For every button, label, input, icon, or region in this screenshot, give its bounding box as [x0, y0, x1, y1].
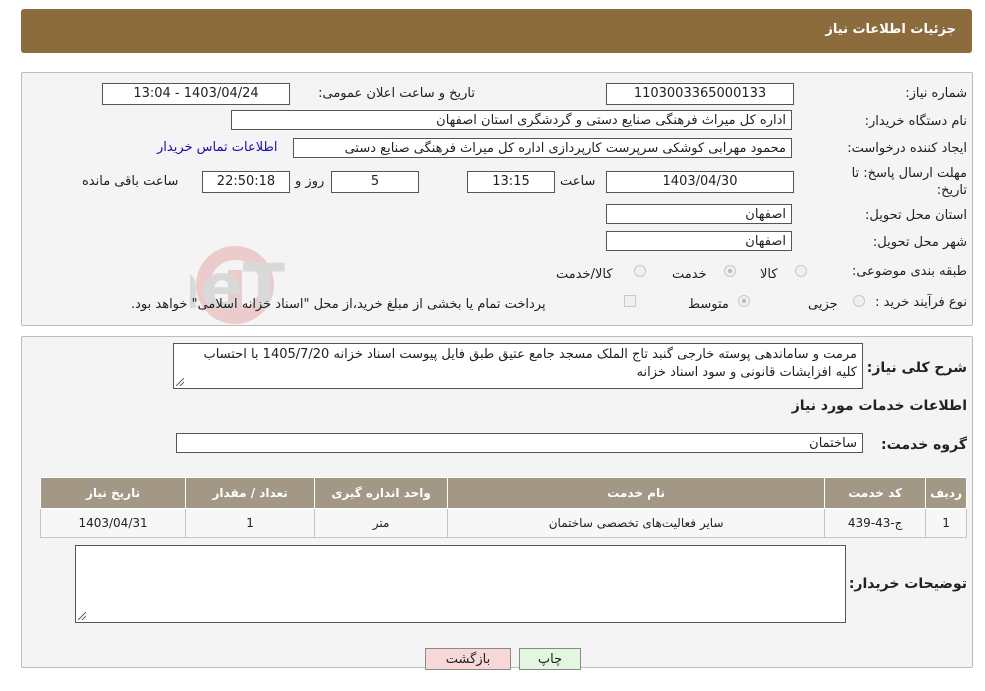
description-label: شرح کلی نیاز:	[866, 360, 967, 376]
buyer-notes-textarea[interactable]	[75, 545, 846, 623]
requester-field: محمود مهرابی کوشکی سرپرست کارپردازی ادار…	[293, 138, 792, 158]
col-header-service-code: کد خدمت	[824, 477, 927, 509]
cell-row-number: 1	[925, 508, 967, 538]
treasury-payment-checkbox[interactable]	[624, 295, 636, 307]
province-field: اصفهان	[606, 204, 792, 224]
buyer-contact-link[interactable]: اطلاعات تماس خریدار	[157, 140, 277, 155]
description-textarea[interactable]: مرمت و ساماندهی پوسته خارجی گنبد تاج الم…	[173, 343, 863, 389]
category-option-goods: کالا	[760, 267, 778, 282]
deadline-label-date: تاریخ:	[936, 183, 967, 198]
table-row: 1 ج-43-439 سایر فعالیت‌های تخصصی ساختمان…	[39, 508, 967, 538]
purchase-type-label: نوع فرآیند خرید :	[875, 295, 967, 310]
purchase-radio-medium[interactable]	[738, 295, 750, 307]
province-label: استان محل تحویل:	[865, 208, 967, 223]
days-label: روز و	[295, 174, 325, 189]
category-radio-goods[interactable]	[795, 265, 807, 277]
resize-handle-icon[interactable]	[176, 378, 184, 386]
remaining-time-field: 22:50:18	[202, 171, 290, 193]
category-radio-goods-service[interactable]	[634, 265, 646, 277]
back-button[interactable]: بازگشت	[425, 648, 511, 670]
buyer-org-label: نام دستگاه خریدار:	[864, 114, 967, 129]
col-header-quantity: تعداد / مقدار	[185, 477, 316, 509]
services-table: ردیف کد خدمت نام خدمت واحد اندازه گیری ت…	[39, 477, 967, 538]
purchase-option-medium: متوسط	[688, 297, 729, 312]
resize-handle-icon[interactable]	[78, 612, 86, 620]
requester-label: ایجاد کننده درخواست:	[847, 141, 967, 156]
deadline-time-field: 13:15	[467, 171, 555, 193]
deadline-label: مهلت ارسال پاسخ: تا	[851, 166, 967, 181]
need-number-field: 1103003365000133	[606, 83, 794, 105]
days-remaining-field: 5	[331, 171, 419, 193]
deadline-time-label: ساعت	[560, 174, 596, 189]
need-number-label: شماره نیاز:	[905, 86, 967, 101]
print-button[interactable]: چاپ	[519, 648, 581, 670]
cell-service-name: سایر فعالیت‌های تخصصی ساختمان	[447, 508, 826, 538]
col-header-service-name: نام خدمت	[447, 477, 826, 509]
cell-unit: متر	[314, 508, 449, 538]
service-group-field: ساختمان	[176, 433, 863, 453]
announce-label: تاریخ و ساعت اعلان عمومی:	[318, 86, 475, 101]
service-group-label: گروه خدمت:	[881, 437, 967, 453]
services-section-title: اطلاعات خدمات مورد نیاز	[791, 398, 967, 414]
col-header-unit: واحد اندازه گیری	[314, 477, 449, 509]
col-header-row-number: ردیف	[925, 477, 967, 509]
buyer-notes-label: توضیحات خریدار:	[848, 576, 967, 592]
category-option-goods-service: کالا/خدمت	[556, 267, 613, 282]
cell-service-code: ج-43-439	[824, 508, 927, 538]
cell-need-date: 1403/04/31	[39, 508, 187, 538]
category-label: طبقه بندی موضوعی:	[851, 264, 967, 279]
treasury-payment-note: پرداخت تمام یا بخشی از مبلغ خرید،از محل …	[131, 297, 546, 312]
purchase-radio-minor[interactable]	[853, 295, 865, 307]
cell-quantity: 1	[185, 508, 316, 538]
page-header: جزئیات اطلاعات نیاز	[21, 9, 972, 53]
category-radio-service[interactable]	[724, 265, 736, 277]
description-text: مرمت و ساماندهی پوسته خارجی گنبد تاج الم…	[203, 347, 857, 380]
col-header-need-date: تاریخ نیاز	[39, 477, 187, 509]
page-title: جزئیات اطلاعات نیاز	[825, 22, 956, 37]
announce-datetime-field: 1403/04/24 - 13:04	[102, 83, 290, 105]
category-option-service: خدمت	[672, 267, 707, 282]
city-field: اصفهان	[606, 231, 792, 251]
deadline-date-field: 1403/04/30	[606, 171, 794, 193]
purchase-option-minor: جزیی	[808, 297, 838, 312]
remaining-time-label: ساعت باقی مانده	[82, 174, 179, 189]
buyer-org-field: اداره کل میراث فرهنگی صنایع دستی و گردشگ…	[231, 110, 792, 130]
table-header-row: ردیف کد خدمت نام خدمت واحد اندازه گیری ت…	[39, 477, 967, 509]
city-label: شهر محل تحویل:	[872, 235, 967, 250]
